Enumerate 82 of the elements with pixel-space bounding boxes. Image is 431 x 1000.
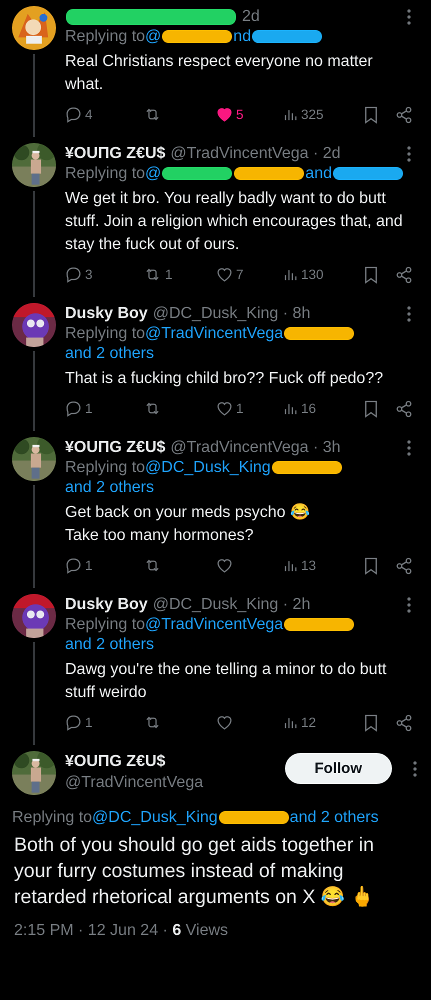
mention-link[interactable]: and 2 others xyxy=(65,479,154,496)
bookmark-icon[interactable] xyxy=(363,556,379,574)
mention-link[interactable]: @TradVincentVega xyxy=(145,325,284,342)
heart-icon[interactable] xyxy=(216,106,233,123)
count: 16 xyxy=(301,400,316,418)
mention-link[interactable]: @DC_Dusk_King xyxy=(92,809,218,826)
share-icon[interactable] xyxy=(395,556,413,574)
replying-label: Replying to xyxy=(65,165,146,182)
count: 13 xyxy=(301,557,316,575)
more-icon[interactable] xyxy=(407,306,411,322)
count: 1 xyxy=(85,400,93,418)
display-name[interactable]: Dusky Boy xyxy=(65,303,148,324)
replying-label: Replying to xyxy=(65,616,146,633)
replying-label: Replying to xyxy=(12,809,92,826)
mention-link[interactable]: and 2 others xyxy=(290,809,379,826)
display-name[interactable]: ¥OUПG Z€U$ xyxy=(65,437,166,458)
handle: @TradVincentVega xyxy=(65,773,204,793)
handle-and-time: @TradVincentVega · 2d xyxy=(170,144,341,164)
display-name[interactable]: ¥OUПG Z€U$ xyxy=(65,143,166,164)
count: 1 xyxy=(85,714,93,732)
more-icon[interactable] xyxy=(407,440,411,456)
handle-and-time: @DC_Dusk_King · 2h xyxy=(152,595,310,615)
bookmark-icon[interactable] xyxy=(363,106,379,124)
count: 7 xyxy=(236,266,244,284)
follow-button[interactable]: Follow xyxy=(284,753,392,784)
more-icon[interactable] xyxy=(413,761,417,777)
count: 1 xyxy=(165,266,173,284)
views-icon[interactable] xyxy=(283,267,298,282)
bookmark-icon[interactable] xyxy=(363,400,379,418)
count: 325 xyxy=(301,106,324,124)
views-icon[interactable] xyxy=(283,558,298,573)
reply-icon[interactable] xyxy=(65,557,82,574)
views-icon[interactable] xyxy=(283,715,298,730)
more-icon[interactable] xyxy=(407,146,411,162)
mention-link[interactable]: @ xyxy=(145,165,162,182)
post-text: Dawg you're the one telling a minor to do butt stuff weirdo xyxy=(65,660,388,703)
mention-link[interactable]: @TradVincentVega xyxy=(145,616,284,633)
handle-and-time: @TradVincentVega · 3h xyxy=(170,438,341,458)
more-icon[interactable] xyxy=(407,596,411,612)
heart-icon[interactable] xyxy=(216,714,233,731)
share-icon[interactable] xyxy=(395,400,413,418)
share-icon[interactable] xyxy=(395,266,413,284)
count: 130 xyxy=(301,266,324,284)
replying-label: Replying to xyxy=(65,325,146,342)
display-name[interactable]: ¥OUПG Z€U$ xyxy=(65,751,276,772)
display-name[interactable]: Dusky Boy xyxy=(65,594,148,615)
mention-link[interactable]: nd xyxy=(233,28,252,45)
reply-icon[interactable] xyxy=(65,400,82,417)
post-text: Both of you should go get aids together in your furry costumes instead of making retarded rhetorical arguments on X 😂 🖕 xyxy=(13,833,376,910)
replying-label: Replying to xyxy=(65,28,146,45)
bookmark-icon[interactable] xyxy=(363,266,379,284)
more-icon[interactable] xyxy=(407,8,411,24)
replying-label: Replying to xyxy=(65,459,146,476)
post-text: Get back on your meds psycho 😂 Take too many hormones? xyxy=(65,502,311,546)
views-icon[interactable] xyxy=(283,107,298,122)
count: 12 xyxy=(301,714,316,732)
heart-icon[interactable] xyxy=(216,557,233,574)
mention-link[interactable]: and 2 others xyxy=(65,345,154,362)
heart-icon[interactable] xyxy=(216,400,233,417)
count: 3 xyxy=(85,266,93,284)
reply-icon[interactable] xyxy=(65,714,82,731)
post-text: That is a fucking child bro?? Fuck off pedo?? xyxy=(65,369,384,389)
mention-link[interactable]: @DC_Dusk_King xyxy=(145,459,271,476)
share-icon[interactable] xyxy=(395,714,413,732)
reply-icon[interactable] xyxy=(65,266,82,283)
reply-icon[interactable] xyxy=(65,106,82,123)
post-text: We get it bro. You really badly want to do butt stuff. Join a religion which encourages that, and stay the fuck out of ours. xyxy=(65,189,404,255)
handle-and-time: @DC_Dusk_King · 8h xyxy=(152,304,310,324)
heart-icon[interactable] xyxy=(216,266,233,283)
share-icon[interactable] xyxy=(395,106,413,124)
post-meta: 2:15 PM · 12 Jun 24 · 6 Views xyxy=(13,921,230,940)
post-time: 2d xyxy=(242,7,260,27)
count: 4 xyxy=(85,106,93,124)
mention-link[interactable]: and xyxy=(305,165,332,182)
post-text: Real Christians respect everyone no matter what. xyxy=(65,52,374,95)
count: 1 xyxy=(236,400,244,418)
count: 5 xyxy=(236,106,244,124)
mention-link[interactable]: and 2 others xyxy=(65,636,154,653)
views-icon[interactable] xyxy=(283,401,298,416)
count: 1 xyxy=(85,557,93,575)
bookmark-icon[interactable] xyxy=(363,714,379,732)
mention-link[interactable]: @ xyxy=(145,28,162,45)
